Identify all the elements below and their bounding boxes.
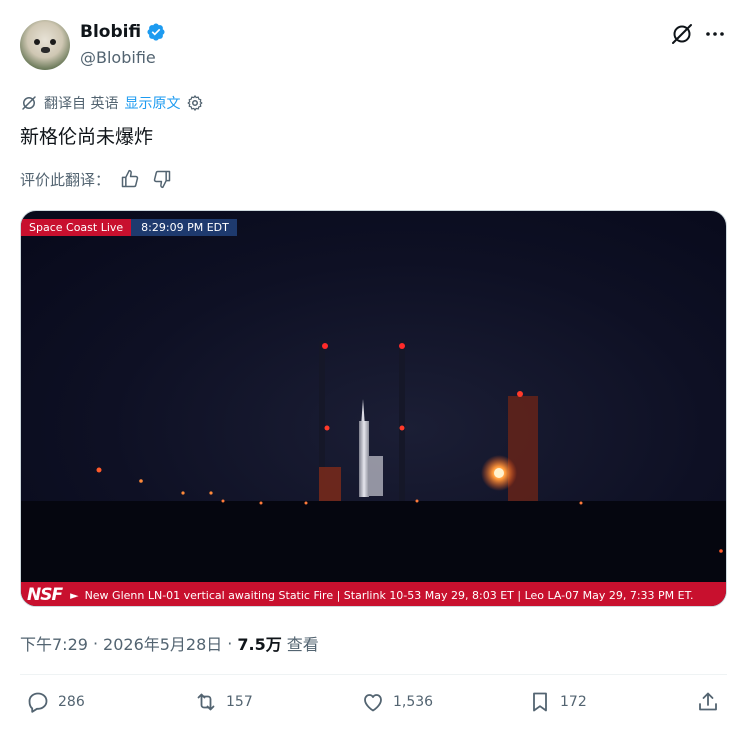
grok-icon [672, 24, 692, 44]
author-display-name[interactable]: Blobifi [80, 22, 141, 42]
live-badge: Space Coast Live 8:29:09 PM EDT [21, 219, 237, 236]
translate-icon [22, 96, 36, 110]
ticker-text: New Glenn LN-01 vertical awaiting Static… [84, 588, 694, 602]
meta-separator: · [227, 633, 233, 653]
like-count: 1,536 [393, 694, 434, 710]
heart-icon [364, 694, 382, 712]
grok-button[interactable] [670, 22, 694, 46]
share-button[interactable] [696, 690, 720, 714]
avatar-eye [34, 39, 40, 45]
news-ticker: NSF ► New Glenn LN-01 vertical awaiting … [21, 582, 726, 606]
thumbs-down-icon [153, 170, 171, 189]
post-date[interactable]: 2026年5月28日 [103, 631, 222, 655]
bookmark-count: 172 [560, 694, 587, 710]
meta-separator: · [92, 633, 99, 653]
repost-icon [197, 693, 215, 711]
thumbs-down-button[interactable] [150, 167, 174, 191]
views-count: 7.5万 [237, 635, 282, 654]
more-button[interactable] [703, 22, 727, 46]
more-horizontal-icon [706, 32, 724, 36]
avatar-eye [50, 39, 56, 45]
author-handle[interactable]: @Blobifie [80, 48, 156, 67]
thumbs-up-button[interactable] [118, 167, 142, 191]
rate-translation-label: 评价此翻译： [20, 170, 111, 189]
reply-count: 286 [58, 694, 85, 710]
verified-badge-icon [147, 23, 165, 41]
source-label: Space Coast Live [21, 219, 132, 236]
ticker-arrow-icon: ► [70, 588, 79, 602]
translation-row: 翻译自 英语 显示原文 [20, 93, 204, 113]
thumbs-up-icon [121, 169, 139, 188]
bookmark-icon [533, 692, 547, 712]
repost-count: 157 [226, 694, 253, 710]
views-label: 查看 [286, 635, 319, 654]
launch-pad-scene [21, 341, 726, 583]
bookmark-button[interactable]: 172 [528, 690, 587, 714]
tweet-text: 新格伦尚未爆炸 [20, 126, 154, 148]
reply-icon [28, 692, 48, 713]
show-original-link[interactable]: 显示原文 [124, 93, 180, 113]
share-icon [699, 692, 717, 711]
video-player[interactable]: Space Coast Live 8:29:09 PM EDT NSF ► Ne… [20, 210, 727, 607]
action-bar: 286 157 1,536 172 [20, 690, 727, 720]
avatar-nose [41, 47, 50, 53]
avatar[interactable] [20, 20, 70, 70]
rate-translation-row: 评价此翻译： [20, 167, 174, 191]
gear-icon[interactable] [186, 94, 204, 112]
author-name-row[interactable]: Blobifi [80, 22, 166, 42]
broadcast-time: 8:29:09 PM EDT [131, 219, 237, 236]
like-button[interactable]: 1,536 [361, 690, 433, 714]
reply-button[interactable]: 286 [26, 690, 85, 714]
tweet-meta: 下午7:29 · 2026年5月28日 · 7.5万 查看 [20, 631, 319, 655]
repost-button[interactable]: 157 [194, 690, 253, 714]
post-time[interactable]: 下午7:29 [20, 631, 88, 655]
divider [20, 674, 727, 675]
translated-from-label: 翻译自 英语 [44, 96, 119, 112]
nsf-logo: NSF [27, 585, 63, 605]
